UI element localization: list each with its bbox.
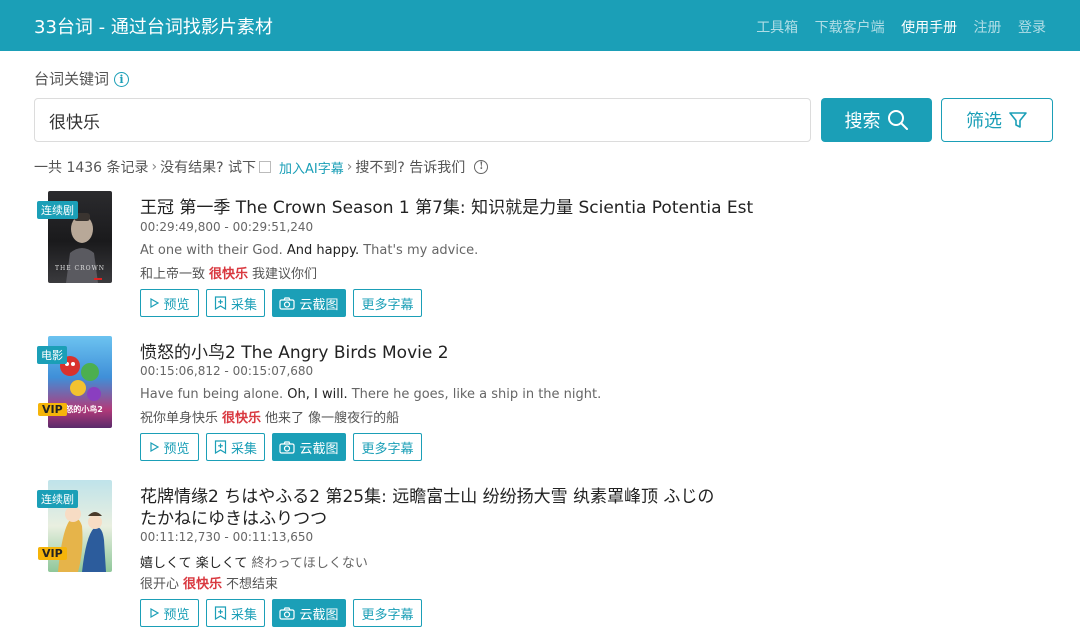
chevron-right-icon: ›	[346, 159, 353, 175]
keyword-highlight: 很快乐	[222, 411, 262, 426]
results-stats: 一共 1436 条记录 › 没有结果? 试下 加入AI字幕 › 搜不到? 告诉我…	[34, 157, 489, 177]
ai-subtitle-checkbox[interactable]	[259, 161, 272, 173]
cloud-screenshot-button[interactable]: 云截图	[272, 433, 346, 461]
filter-icon	[1009, 112, 1027, 128]
no-result-hint: 没有结果? 试下	[160, 160, 257, 176]
camera-icon	[279, 296, 296, 310]
nav-toolbox[interactable]: 工具箱	[756, 20, 798, 36]
subtitle-original-before: At one with their God.	[140, 243, 287, 258]
bookmark-plus-icon	[214, 606, 227, 620]
subtitle-original-match: Oh, I will.	[287, 387, 348, 402]
more-subtitles-button[interactable]: 更多字幕	[353, 599, 422, 627]
filter-button[interactable]: 筛选	[941, 98, 1053, 142]
play-icon	[150, 442, 160, 452]
poster-caption: THE CROWN	[55, 265, 105, 272]
timecode: 00:15:06,812 - 00:15:07,680	[140, 364, 314, 378]
info-icon[interactable]: i	[114, 72, 130, 87]
cloud-screenshot-label: 云截图	[299, 297, 339, 313]
cloud-screenshot-label: 云截图	[299, 607, 339, 623]
preview-button-label: 预览	[163, 297, 190, 313]
keyword-highlight: 很快乐	[183, 577, 223, 592]
collect-button-label: 采集	[230, 607, 257, 623]
bookmark-plus-icon	[214, 296, 227, 310]
collect-button[interactable]: 采集	[206, 433, 265, 461]
result-title-continued[interactable]: たかねにゆきはふりつつ	[140, 504, 327, 529]
result-actions: 预览 采集 云截图 更多字幕	[140, 289, 422, 317]
cloud-screenshot-button[interactable]: 云截图	[272, 289, 346, 317]
more-subtitles-button[interactable]: 更多字幕	[353, 289, 422, 317]
play-icon	[150, 298, 160, 308]
feedback-link[interactable]: 搜不到? 告诉我们	[355, 157, 465, 177]
more-subtitles-button[interactable]: 更多字幕	[353, 433, 422, 461]
search-icon	[887, 110, 908, 130]
subtitle-translation-after: 他来了 像一艘夜行的船	[265, 411, 400, 426]
subtitle-translation: 祝你单身快乐 很快乐 他来了 像一艘夜行的船	[140, 407, 399, 426]
subtitle-original-after: 終わってほしくない	[247, 556, 368, 571]
search-input[interactable]	[34, 98, 811, 142]
subtitle-original: 嬉しくて 楽しくて 終わってほしくない	[140, 552, 368, 571]
vip-badge: VIP	[38, 547, 67, 560]
more-subtitles-label: 更多字幕	[361, 607, 414, 623]
preview-button-label: 预览	[163, 607, 190, 623]
more-subtitles-label: 更多字幕	[361, 441, 414, 457]
result-actions: 预览 采集 云截图 更多字幕	[140, 599, 422, 627]
result-actions: 预览 采集 云截图 更多字幕	[140, 433, 422, 461]
site-brand[interactable]: 33台词 - 通过台词找影片素材	[34, 13, 273, 39]
nav-register[interactable]: 注册	[974, 20, 1002, 36]
play-icon	[150, 608, 160, 618]
nav-download-client[interactable]: 下载客户端	[815, 20, 885, 36]
search-button[interactable]: 搜索	[821, 98, 932, 142]
collect-button[interactable]: 采集	[206, 289, 265, 317]
subtitle-translation-after: 不想结束	[226, 577, 279, 592]
subtitle-original-after: That's my advice.	[359, 243, 479, 258]
total-count: 一共 1436 条记录	[34, 160, 149, 176]
collect-button-label: 采集	[230, 441, 257, 457]
result-title[interactable]: 王冠 第一季 The Crown Season 1 第7集: 知识就是力量 Sc…	[140, 193, 753, 218]
camera-icon	[279, 606, 296, 620]
collect-button-label: 采集	[230, 297, 257, 313]
preview-button[interactable]: 预览	[140, 433, 199, 461]
preview-button[interactable]: 预览	[140, 289, 199, 317]
subtitle-translation-after: 我建议你们	[252, 267, 318, 282]
top-nav: 工具箱 下载客户端 使用手册 注册 登录	[744, 17, 1046, 37]
vip-badge: VIP	[38, 403, 67, 416]
bookmark-plus-icon	[214, 440, 227, 454]
preview-button[interactable]: 预览	[140, 599, 199, 627]
subtitle-original-after: There he goes, like a ship in the night.	[347, 387, 602, 402]
type-badge: 电影	[37, 346, 67, 364]
keyword-highlight: 很快乐	[209, 267, 249, 282]
more-subtitles-label: 更多字幕	[361, 297, 414, 313]
search-button-label: 搜索	[844, 111, 881, 132]
timecode: 00:29:49,800 - 00:29:51,240	[140, 220, 314, 234]
type-badge: 连续剧	[37, 201, 78, 219]
ai-subtitle-link[interactable]: 加入AI字幕	[279, 158, 344, 177]
cloud-screenshot-button[interactable]: 云截图	[272, 599, 346, 627]
subtitle-original-before: Have fun being alone.	[140, 387, 288, 402]
subtitle-translation: 很开心 很快乐 不想结束	[140, 573, 278, 592]
chevron-right-icon: ›	[151, 159, 158, 175]
subtitle-translation-before: 和上帝一致	[140, 267, 206, 282]
top-bar: 33台词 - 通过台词找影片素材 工具箱 下载客户端 使用手册 注册 登录	[0, 0, 1080, 51]
subtitle-translation-before: 祝你单身快乐	[140, 411, 219, 426]
subtitle-original-match: And happy.	[286, 243, 360, 258]
subtitle-translation: 和上帝一致 很快乐 我建议你们	[140, 263, 317, 282]
preview-button-label: 预览	[163, 441, 190, 457]
subtitle-original-match: 嬉しくて 楽しくて	[140, 556, 248, 571]
keyword-label-text: 台词关键词	[34, 70, 110, 88]
collect-button[interactable]: 采集	[206, 599, 265, 627]
type-badge: 连续剧	[37, 490, 78, 508]
subtitle-original: Have fun being alone. Oh, I will. There …	[140, 387, 601, 402]
timecode: 00:11:12,730 - 00:11:13,650	[140, 530, 314, 544]
keyword-label: 台词关键词 i	[34, 68, 130, 89]
camera-icon	[279, 440, 296, 454]
subtitle-translation-before: 很开心	[140, 577, 180, 592]
subtitle-original: At one with their God. And happy. That's…	[140, 243, 478, 258]
nav-user-manual[interactable]: 使用手册	[901, 20, 957, 36]
info-icon[interactable]: !	[474, 160, 489, 174]
cloud-screenshot-label: 云截图	[299, 441, 339, 457]
nav-login[interactable]: 登录	[1018, 20, 1046, 36]
filter-button-label: 筛选	[966, 111, 1002, 132]
result-title[interactable]: 愤怒的小鸟2 The Angry Birds Movie 2	[140, 338, 449, 363]
